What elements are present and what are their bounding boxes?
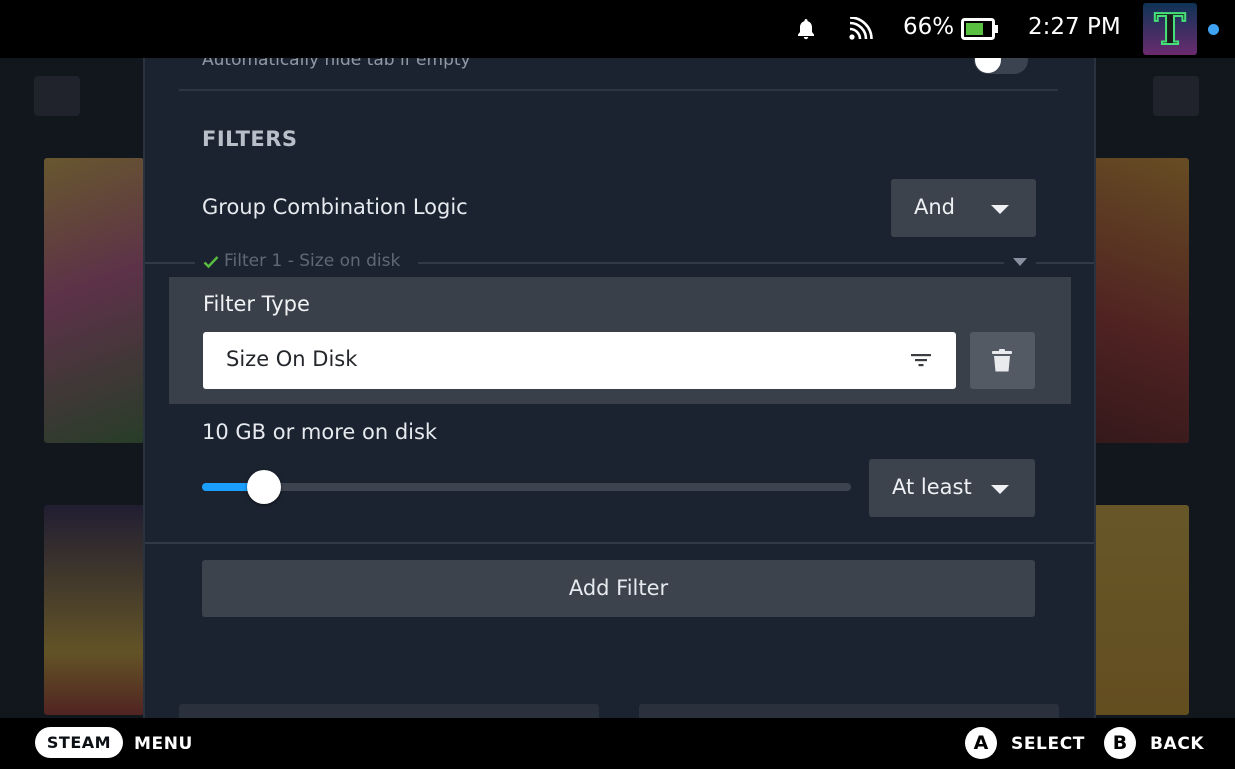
back-hint: BACK xyxy=(1150,734,1205,754)
battery-percent: 66% xyxy=(903,14,955,40)
chevron-down-icon xyxy=(991,205,1009,214)
avatar[interactable]: T xyxy=(1143,3,1197,55)
filter-type-section: Filter Type Size On Disk xyxy=(169,277,1071,404)
delete-filter-button[interactable] xyxy=(970,332,1035,389)
hide-empty-label: Automatically hide tab if empty xyxy=(202,58,471,70)
b-button-glyph[interactable]: B xyxy=(1104,727,1136,759)
footer-button-left[interactable] xyxy=(179,704,599,718)
collapse-caret-icon[interactable] xyxy=(1013,258,1027,266)
select-hint: SELECT xyxy=(1011,734,1085,754)
footer-button-right[interactable] xyxy=(639,704,1059,718)
filter-type-select[interactable]: Size On Disk xyxy=(203,332,956,389)
filter-frame-line xyxy=(1036,262,1094,264)
a-button-glyph[interactable]: A xyxy=(965,727,997,759)
slider-handle[interactable] xyxy=(247,470,281,504)
group-logic-dropdown[interactable]: And xyxy=(891,179,1036,237)
button-hint-bar: STEAM MENU A SELECT B BACK xyxy=(0,718,1235,769)
bg-shoulder-left xyxy=(34,76,80,116)
add-filter-button[interactable]: Add Filter xyxy=(202,560,1035,617)
bg-shoulder-right xyxy=(1153,76,1199,116)
toggle-knob xyxy=(975,58,1001,73)
trash-icon xyxy=(992,349,1012,372)
collection-filter-panel: Automatically hide tab if empty FILTERS … xyxy=(143,58,1096,718)
menu-hint: MENU xyxy=(134,734,193,754)
comparison-dropdown[interactable]: At least xyxy=(869,459,1035,517)
bell-icon[interactable] xyxy=(794,17,818,41)
status-bar: 66% 2:27 PM T xyxy=(0,0,1235,58)
divider xyxy=(179,89,1058,91)
size-threshold-label: 10 GB or more on disk xyxy=(202,420,438,444)
game-tile xyxy=(44,505,144,715)
game-tile xyxy=(1094,505,1189,715)
group-logic-value: And xyxy=(914,195,956,219)
filter-frame-line xyxy=(418,262,1004,264)
group-logic-label: Group Combination Logic xyxy=(202,195,468,219)
game-tile xyxy=(1094,158,1189,443)
online-status-dot xyxy=(1208,24,1219,35)
filter-type-label: Filter Type xyxy=(203,292,310,316)
filter-frame-line xyxy=(145,262,195,264)
filters-section-title: FILTERS xyxy=(202,127,298,151)
filter-type-value: Size On Disk xyxy=(226,347,358,371)
size-slider[interactable] xyxy=(202,470,851,504)
avatar-letter: T xyxy=(1153,4,1186,55)
check-icon xyxy=(203,256,219,269)
hide-empty-toggle[interactable] xyxy=(974,58,1028,74)
steam-button[interactable]: STEAM xyxy=(35,727,123,758)
game-tile xyxy=(44,158,144,443)
comparison-value: At least xyxy=(892,475,972,499)
divider xyxy=(145,542,1094,544)
filter-legend[interactable]: Filter 1 - Size on disk xyxy=(224,251,400,271)
chevron-down-icon xyxy=(991,485,1009,494)
wifi-icon[interactable] xyxy=(848,17,874,41)
filter-list-icon xyxy=(911,354,931,367)
clock: 2:27 PM xyxy=(1028,14,1121,40)
battery-icon[interactable] xyxy=(961,17,999,41)
